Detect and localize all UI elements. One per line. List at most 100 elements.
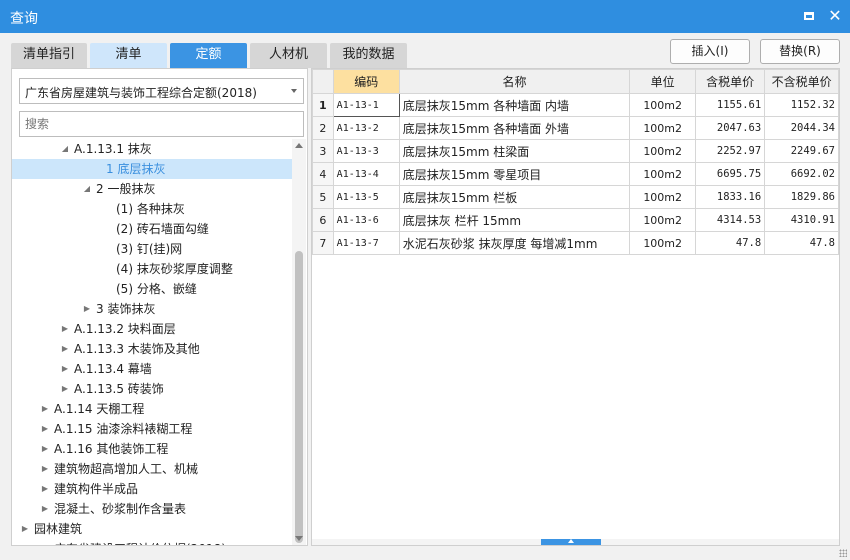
- tree-node[interactable]: ▶ A.1.13.4 幕墙: [12, 359, 294, 379]
- expand-icon[interactable]: ▶: [40, 479, 50, 499]
- expand-icon[interactable]: ▶: [40, 399, 50, 419]
- row-number[interactable]: 5: [312, 185, 334, 209]
- quota-library-select[interactable]: 广东省房屋建筑与装饰工程综合定额(2018): [19, 78, 304, 104]
- tree-node[interactable]: ◢ 2 一般抹灰: [12, 179, 294, 199]
- grid-splitter[interactable]: [312, 539, 839, 545]
- tree-node[interactable]: ◢ A.1.13.1 抹灰: [12, 139, 294, 159]
- cell-unit[interactable]: 100m2: [629, 231, 697, 255]
- cell-name[interactable]: 水泥石灰砂浆 抹灰厚度 每增减1mm: [398, 231, 631, 255]
- cell-price-notax[interactable]: 2249.67: [764, 139, 839, 163]
- cell-price-notax[interactable]: 6692.02: [764, 162, 839, 186]
- scroll-down-icon[interactable]: [295, 536, 303, 541]
- cell-code[interactable]: A1-13-3: [332, 139, 400, 163]
- insert-button[interactable]: 插入(I): [670, 39, 750, 64]
- cell-unit[interactable]: 100m2: [629, 139, 697, 163]
- collapse-icon[interactable]: ◢: [82, 179, 92, 199]
- row-number[interactable]: 1: [312, 93, 334, 117]
- cell-name[interactable]: 底层抹灰 栏杆 15mm: [398, 208, 631, 232]
- cell-code[interactable]: A1-13-4: [332, 162, 400, 186]
- header-code[interactable]: 编码: [332, 69, 400, 94]
- tree-node[interactable]: (3) 钉(挂)网: [12, 239, 294, 259]
- maximize-button[interactable]: [800, 7, 818, 25]
- cell-code[interactable]: A1-13-6: [332, 208, 400, 232]
- tree-node[interactable]: ▶ A.1.13.2 块料面层: [12, 319, 294, 339]
- row-number[interactable]: 4: [312, 162, 334, 186]
- tab-my-data[interactable]: 我的数据: [330, 43, 407, 68]
- cell-code[interactable]: A1-13-1: [332, 93, 400, 117]
- cell-code[interactable]: A1-13-7: [332, 231, 400, 255]
- expand-icon[interactable]: ▶: [60, 319, 70, 339]
- tree-node[interactable]: ▶ 3 装饰抹灰: [12, 299, 294, 319]
- table-row[interactable]: 4 A1-13-4 底层抹灰15mm 零星项目 100m2 6695.75 6692.02: [312, 162, 839, 186]
- cell-price-tax[interactable]: 6695.75: [695, 162, 766, 186]
- expand-icon[interactable]: ▶: [82, 299, 92, 319]
- cell-name[interactable]: 底层抹灰15mm 栏板: [398, 185, 631, 209]
- tab-materials[interactable]: 人材机: [250, 43, 327, 68]
- tree-node[interactable]: ▶ A.1.13.5 砖装饰: [12, 379, 294, 399]
- tree-node[interactable]: 1 底层抹灰: [12, 159, 294, 179]
- tree-node[interactable]: ▶ A.1.13.3 木装饰及其他: [12, 339, 294, 359]
- cell-name[interactable]: 底层抹灰15mm 各种墙面 外墙: [398, 116, 631, 140]
- expand-icon[interactable]: ▶: [20, 519, 30, 539]
- tree-node[interactable]: ▶ A.1.15 油漆涂料裱糊工程: [12, 419, 294, 439]
- scroll-up-icon[interactable]: [295, 143, 303, 148]
- cell-price-tax[interactable]: 47.8: [695, 231, 766, 255]
- header-price-tax[interactable]: 含税单价: [695, 69, 766, 94]
- cell-price-notax[interactable]: 1829.86: [764, 185, 839, 209]
- tab-quota[interactable]: 定额: [170, 43, 247, 68]
- tree-node[interactable]: ▶ A.1.14 天棚工程: [12, 399, 294, 419]
- expand-icon[interactable]: ▶: [40, 459, 50, 479]
- cell-price-tax[interactable]: 1155.61: [695, 93, 766, 117]
- cell-price-tax[interactable]: 4314.53: [695, 208, 766, 232]
- table-row[interactable]: 6 A1-13-6 底层抹灰 栏杆 15mm 100m2 4314.53 4310.91: [312, 208, 839, 232]
- cell-price-tax[interactable]: 1833.16: [695, 185, 766, 209]
- tree-scrollbar[interactable]: [292, 139, 306, 545]
- collapse-icon[interactable]: ◢: [60, 139, 70, 159]
- tree-node[interactable]: ▶ 园林建筑: [12, 519, 294, 539]
- search-input[interactable]: [19, 111, 304, 137]
- tree-node[interactable]: ▶ A.1.16 其他装饰工程: [12, 439, 294, 459]
- cell-price-notax[interactable]: 2044.34: [764, 116, 839, 140]
- table-row[interactable]: 3 A1-13-3 底层抹灰15mm 柱梁面 100m2 2252.97 2249.67: [312, 139, 839, 163]
- expand-icon[interactable]: ▶: [60, 379, 70, 399]
- header-price-notax[interactable]: 不含税单价: [764, 69, 839, 94]
- expand-icon[interactable]: ▶: [40, 499, 50, 519]
- cell-name[interactable]: 底层抹灰15mm 各种墙面 内墙: [398, 93, 631, 117]
- close-button[interactable]: ✕: [826, 7, 844, 25]
- cell-price-notax[interactable]: 47.8: [764, 231, 839, 255]
- tree-node[interactable]: ▶ 建筑构件半成品: [12, 479, 294, 499]
- expand-icon[interactable]: ▶: [60, 359, 70, 379]
- row-number[interactable]: 7: [312, 231, 334, 255]
- expand-icon[interactable]: ▶: [40, 439, 50, 459]
- table-row[interactable]: 7 A1-13-7 水泥石灰砂浆 抹灰厚度 每增减1mm 100m2 47.8 47.8: [312, 231, 839, 255]
- tree-node[interactable]: ▶ 建筑物超高增加人工、机械: [12, 459, 294, 479]
- table-row[interactable]: 2 A1-13-2 底层抹灰15mm 各种墙面 外墙 100m2 2047.63 2044…: [312, 116, 839, 140]
- header-unit[interactable]: 单位: [629, 69, 697, 94]
- table-row[interactable]: 5 A1-13-5 底层抹灰15mm 栏板 100m2 1833.16 1829.86: [312, 185, 839, 209]
- cell-name[interactable]: 底层抹灰15mm 零星项目: [398, 162, 631, 186]
- cell-unit[interactable]: 100m2: [629, 208, 697, 232]
- cell-price-tax[interactable]: 2047.63: [695, 116, 766, 140]
- cell-price-notax[interactable]: 4310.91: [764, 208, 839, 232]
- row-number[interactable]: 6: [312, 208, 334, 232]
- splitter-grip[interactable]: [541, 539, 601, 545]
- expand-icon[interactable]: ▶: [60, 339, 70, 359]
- cell-code[interactable]: A1-13-2: [332, 116, 400, 140]
- tab-bill-guide[interactable]: 清单指引: [11, 43, 87, 68]
- cell-price-notax[interactable]: 1152.32: [764, 93, 839, 117]
- table-row[interactable]: 1 A1-13-1 底层抹灰15mm 各种墙面 内墙 100m2 1155.61 1152…: [312, 93, 839, 117]
- replace-button[interactable]: 替换(R): [760, 39, 840, 64]
- tree-node[interactable]: (2) 砖石墙面勾缝: [12, 219, 294, 239]
- tree-node[interactable]: ▶ 混凝土、砂浆制作含量表: [12, 499, 294, 519]
- cell-unit[interactable]: 100m2: [629, 116, 697, 140]
- header-name[interactable]: 名称: [398, 69, 631, 94]
- cell-price-tax[interactable]: 2252.97: [695, 139, 766, 163]
- cell-code[interactable]: A1-13-5: [332, 185, 400, 209]
- cell-unit[interactable]: 100m2: [629, 162, 697, 186]
- resize-grip-icon[interactable]: [839, 549, 847, 557]
- cell-unit[interactable]: 100m2: [629, 93, 697, 117]
- tree-node[interactable]: (1) 各种抹灰: [12, 199, 294, 219]
- row-number[interactable]: 2: [312, 116, 334, 140]
- tree-node[interactable]: (4) 抹灰砂浆厚度调整: [12, 259, 294, 279]
- row-number[interactable]: 3: [312, 139, 334, 163]
